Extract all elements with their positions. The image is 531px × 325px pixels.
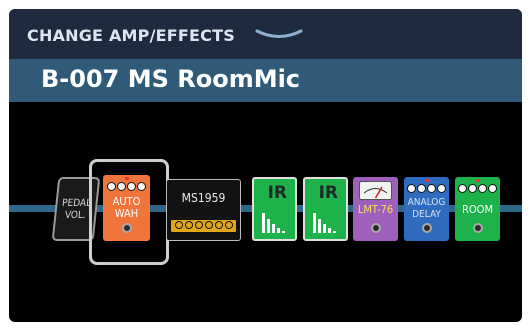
amp-label: MS1959 [181, 191, 226, 205]
knob-icon [194, 221, 203, 229]
footswitch-icon [370, 223, 381, 233]
selection-frame [89, 159, 169, 265]
knob-icon [427, 184, 436, 193]
lmt-76-unit[interactable]: LMT-76 [353, 177, 398, 241]
knob-icon [204, 221, 213, 229]
knob-icon [214, 221, 223, 229]
vu-meter-icon [359, 181, 392, 200]
patch-name-bar: B-007 MS RoomMic [9, 59, 522, 102]
ir-unit-1[interactable]: IR [252, 177, 297, 241]
knob-icon [174, 221, 183, 229]
room-unit[interactable]: ROOM [455, 177, 500, 241]
led-indicator [475, 179, 480, 182]
knob-icon [468, 184, 477, 193]
knob-icon [407, 184, 416, 193]
analog-delay-label-2: DELAY [412, 209, 441, 220]
header-title: CHANGE AMP/EFFECTS [27, 26, 235, 45]
lmt-76-label: LMT-76 [357, 203, 394, 216]
knob-icon [478, 184, 487, 193]
impulse-response-icon [313, 213, 336, 233]
led-indicator [424, 179, 429, 182]
amp-control-panel [171, 220, 236, 232]
knob-icon [417, 184, 426, 193]
knob-icon [224, 221, 233, 229]
knob-icon [458, 184, 467, 193]
patch-name: B-007 MS RoomMic [41, 65, 301, 93]
knob-icon [437, 184, 446, 193]
analog-delay-unit[interactable]: ANALOG DELAY [404, 177, 449, 241]
room-label: ROOM [462, 203, 493, 216]
amp-ms1959-unit[interactable]: MS1959 [166, 179, 241, 241]
impulse-response-icon [262, 213, 285, 233]
chevron-down-icon[interactable] [255, 29, 303, 41]
knob-row [404, 184, 449, 193]
knob-row [455, 184, 500, 193]
header-bar: CHANGE AMP/EFFECTS [9, 9, 522, 59]
knob-icon [488, 184, 497, 193]
effects-screen: CHANGE AMP/EFFECTS B-007 MS RoomMic PEDA… [9, 9, 522, 322]
ir-label: IR [318, 183, 338, 203]
footswitch-icon [421, 223, 432, 233]
knob-icon [184, 221, 193, 229]
ir-label: IR [267, 183, 287, 203]
footswitch-icon [472, 223, 483, 233]
ir-unit-2[interactable]: IR [303, 177, 348, 241]
